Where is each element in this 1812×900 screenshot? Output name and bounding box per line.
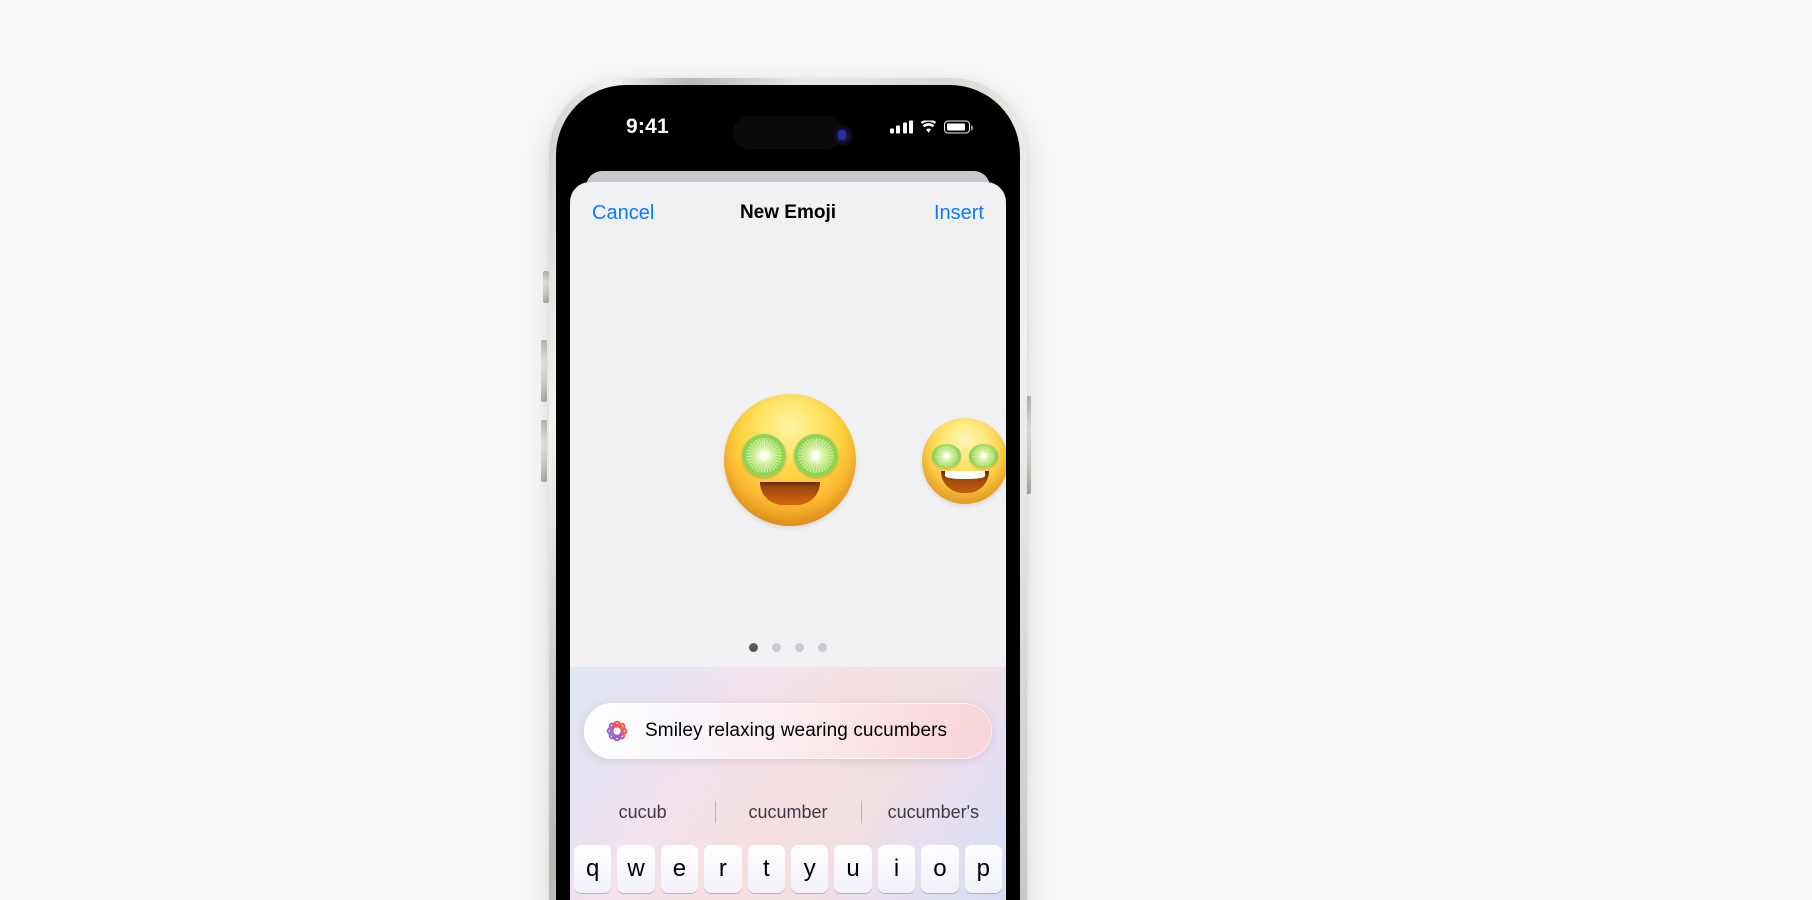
iphone-device: 9:41 Cancel New Emoji Insert Smiley rela… [549, 78, 1027, 900]
apple-intelligence-icon [602, 716, 632, 746]
emoji-prompt-field[interactable]: Smiley relaxing wearing cucumbers [584, 703, 992, 759]
cucumber-slice-left-icon [742, 433, 787, 478]
suggestion-item-2[interactable]: cucumber [715, 802, 860, 823]
key-t[interactable]: t [747, 845, 785, 893]
volume-down-button[interactable] [541, 420, 547, 482]
volume-up-button[interactable] [541, 340, 547, 402]
key-o[interactable]: o [921, 845, 959, 893]
cucumber-slice-left-icon [932, 443, 961, 468]
cellular-signal-icon [889, 120, 913, 134]
key-r[interactable]: r [704, 845, 742, 893]
grinning-face-with-cucumber-eyes-emoji[interactable] [922, 418, 1006, 504]
cucumber-slice-right-icon [969, 443, 998, 468]
status-time: 9:41 [626, 115, 669, 138]
wifi-icon [920, 119, 937, 134]
key-u[interactable]: u [834, 845, 872, 893]
phone-screen: 9:41 Cancel New Emoji Insert Smiley rela… [560, 89, 1016, 900]
page-indicator [570, 627, 1006, 667]
status-indicators [889, 119, 973, 134]
suggestion-item-3[interactable]: cucumber's [861, 802, 1006, 823]
smiley-with-cucumber-eyes-emoji[interactable] [724, 394, 856, 526]
prompt-container: Smiley relaxing wearing cucumbers [570, 703, 1006, 759]
status-bar: 9:41 [560, 89, 1016, 163]
suggestion-item-1[interactable]: cucub [570, 802, 715, 823]
key-y[interactable]: y [791, 845, 829, 893]
battery-icon [944, 120, 973, 134]
key-e[interactable]: e [660, 845, 699, 893]
keyboard-suggestion-bar: cucub cucumber cucumber's [570, 787, 1006, 837]
phone-bezel: 9:41 Cancel New Emoji Insert Smiley rela… [556, 85, 1020, 900]
cucumber-slice-right-icon [793, 433, 838, 478]
sheet-navigation-bar: Cancel New Emoji Insert [570, 182, 1006, 244]
page-dot-3[interactable] [795, 642, 804, 652]
key-p[interactable]: p [964, 845, 1003, 893]
key-i[interactable]: i [877, 845, 916, 893]
input-area: Smiley relaxing wearing cucumbers cucub … [570, 547, 1006, 900]
front-camera-icon [832, 125, 853, 146]
key-w[interactable]: w [617, 845, 655, 893]
cancel-button[interactable]: Cancel [592, 202, 654, 225]
key-q[interactable]: q [573, 845, 612, 893]
on-screen-keyboard: q w e r t y u i o p [570, 845, 1006, 893]
keyboard-row-1: q w e r t y u i o p [573, 845, 1003, 893]
page-dot-2[interactable] [772, 642, 781, 652]
emoji-carousel[interactable] [570, 244, 1006, 667]
prompt-text: Smiley relaxing wearing cucumbers [645, 720, 948, 741]
insert-button[interactable]: Insert [934, 202, 984, 225]
page-dot-1[interactable] [749, 642, 758, 652]
dynamic-island [733, 116, 843, 149]
screenshot-stage: 9:41 Cancel New Emoji Insert Smiley rela… [0, 0, 1812, 900]
new-emoji-sheet: Cancel New Emoji Insert Smiley relaxing … [570, 182, 1006, 900]
page-dot-4[interactable] [818, 642, 827, 652]
